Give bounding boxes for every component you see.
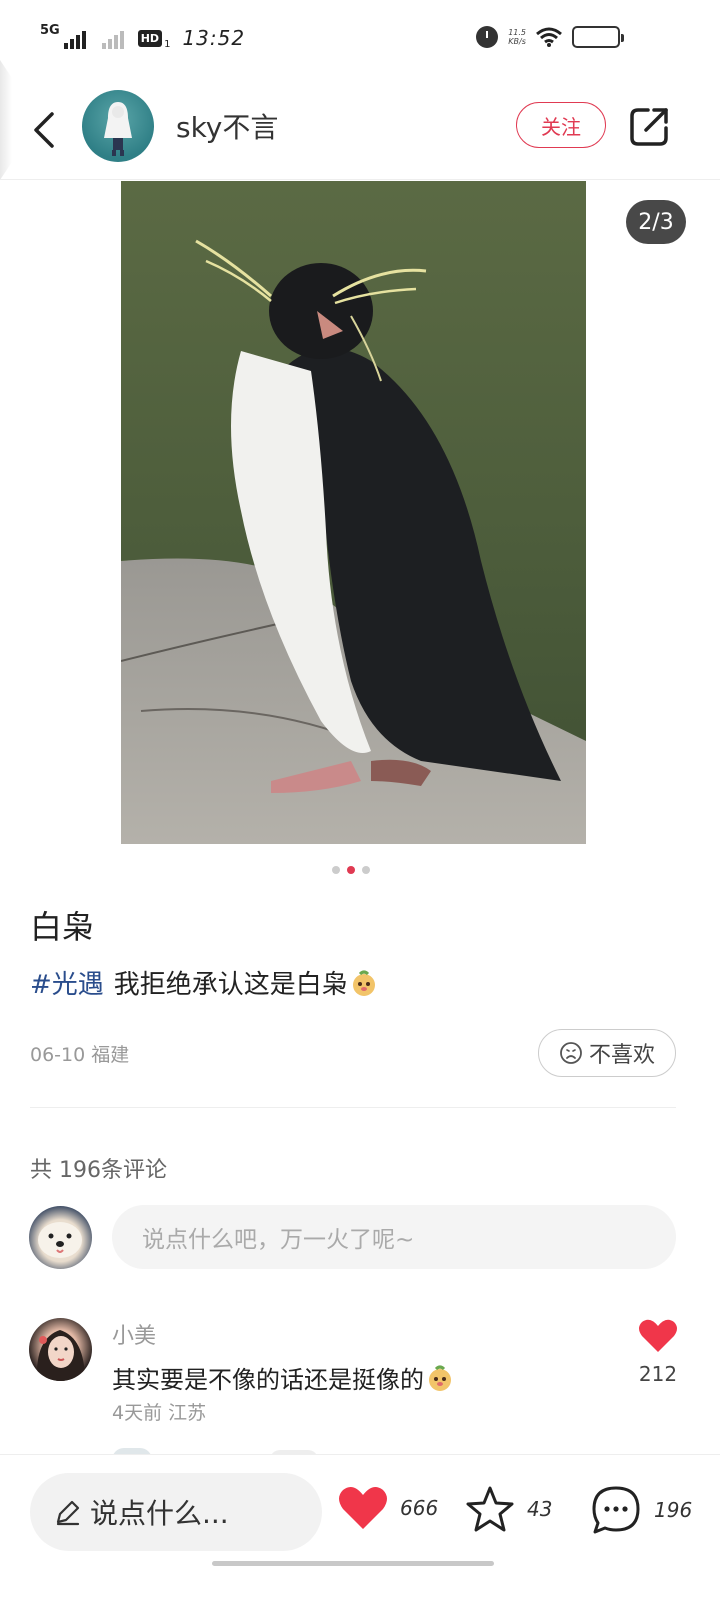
bottom-action-bar: 说点什么... 666 43 196 xyxy=(0,1454,720,1600)
clock-time: 13:52 xyxy=(182,26,246,50)
say-something-label: 说点什么... xyxy=(90,1497,229,1530)
image-counter: 2/3 xyxy=(626,200,686,244)
favorite-count: 43 xyxy=(527,1497,553,1521)
girl-avatar-figure xyxy=(36,1330,85,1381)
status-left: 5G HD 1 13:52 xyxy=(40,22,246,51)
favorite-button[interactable]: 43 xyxy=(465,1485,552,1533)
dog-avatar-figure xyxy=(38,1222,82,1258)
my-avatar xyxy=(29,1206,92,1269)
author-avatar-figure xyxy=(104,102,132,156)
penguin-photo xyxy=(121,181,586,844)
share-icon[interactable] xyxy=(628,104,672,148)
like-button[interactable]: 666 xyxy=(338,1485,438,1531)
wifi-icon xyxy=(536,27,562,47)
hd-icon: HD xyxy=(137,29,163,47)
say-something-input[interactable]: 说点什么... xyxy=(30,1473,322,1551)
comment-meta: 4天前 江苏 xyxy=(112,1402,207,1424)
gallery-dot-1 xyxy=(332,866,340,874)
dislike-label: 不喜欢 xyxy=(588,1043,655,1068)
status-bar: 5G HD 1 13:52 11.5 KB/s xyxy=(0,0,720,78)
heart-icon[interactable] xyxy=(638,1318,678,1354)
network-type: 5G xyxy=(40,22,60,38)
hashtag-link[interactable]: #光遇 xyxy=(30,964,104,1001)
star-icon xyxy=(466,1486,514,1532)
gallery-dot-2 xyxy=(347,866,355,874)
comment-body: 其实要是不像的话还是挺像的 xyxy=(112,1366,424,1394)
post-header: sky不言 关注 xyxy=(0,80,720,180)
sim-index: 1 xyxy=(164,38,171,50)
comment-avatar[interactable] xyxy=(29,1318,92,1381)
like-count: 666 xyxy=(400,1496,439,1520)
post-date-location: 06-10 福建 xyxy=(30,1044,130,1066)
post-title: 白枭 xyxy=(30,908,95,946)
post-description: #光遇 我拒绝承认这是白枭 xyxy=(30,964,378,1001)
battery-icon xyxy=(572,26,624,48)
dislike-button[interactable]: 不喜欢 xyxy=(538,1029,676,1077)
mole-emoji-icon xyxy=(352,970,375,996)
back-arrow-icon[interactable] xyxy=(26,106,66,154)
comment-bubble-icon xyxy=(592,1486,640,1534)
speed-value: 11.5 xyxy=(508,28,526,37)
comment-text: 其实要是不像的话还是挺像的 xyxy=(112,1360,454,1395)
signal-weak-icon xyxy=(101,27,124,49)
comment-input[interactable]: 说点什么吧，万一火了呢~ xyxy=(112,1205,676,1269)
comments-total: 196 xyxy=(654,1498,693,1522)
gallery-dots xyxy=(332,866,370,874)
pencil-icon xyxy=(56,1500,80,1526)
post-text: 我拒绝承认这是白枭 xyxy=(113,970,348,1000)
comment-count: 共 196条评论 xyxy=(30,1158,167,1183)
status-right: 11.5 KB/s xyxy=(476,26,624,48)
sad-face-icon xyxy=(560,1042,582,1064)
alarm-icon xyxy=(476,26,499,48)
gallery-dot-3 xyxy=(362,866,370,874)
heart-filled-icon xyxy=(339,1486,387,1529)
author-avatar[interactable] xyxy=(82,90,154,162)
author-name[interactable]: sky不言 xyxy=(176,106,278,146)
comments-button[interactable]: 196 xyxy=(590,1485,692,1535)
signal-icon xyxy=(63,27,86,49)
speed-unit: KB/s xyxy=(508,37,526,46)
comment-like-count: 212 xyxy=(638,1362,678,1386)
section-divider xyxy=(30,1107,676,1108)
network-speed: 11.5 KB/s xyxy=(508,28,526,46)
post-image[interactable] xyxy=(121,181,586,844)
follow-button[interactable]: 关注 xyxy=(516,102,606,148)
mole-emoji-icon xyxy=(429,1365,451,1391)
home-indicator[interactable] xyxy=(212,1561,494,1566)
comment-username[interactable]: 小美 xyxy=(112,1318,156,1350)
